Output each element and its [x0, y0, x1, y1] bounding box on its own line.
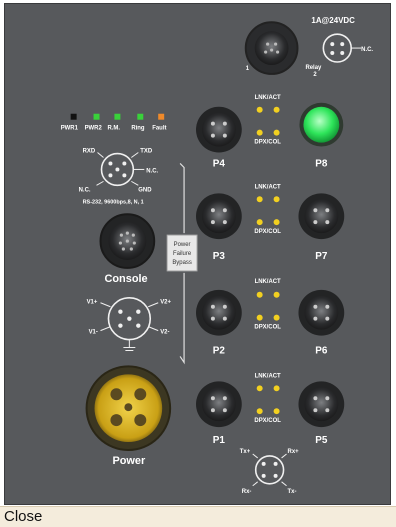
port-p5: [298, 381, 345, 428]
rs232-gnd-label: GND: [138, 187, 152, 193]
rs232-diagram: [96, 152, 145, 187]
rs232-nc-left-label: N.C.: [79, 187, 91, 193]
console-label: Console: [104, 273, 147, 285]
ethernet-pin-diagram: [252, 453, 287, 487]
port-p7-label: P7: [315, 251, 328, 262]
led-rm-label: R.M.: [107, 126, 120, 132]
system-leds: [70, 113, 165, 120]
lnk-act-label-4: LNK/ACT: [255, 373, 281, 379]
port-p1: [196, 381, 242, 428]
port-leds-row4: [256, 385, 280, 415]
dpx-col-label-4: DPX/COL: [254, 418, 281, 424]
dpx-col-label-3: DPX/COL: [254, 325, 281, 331]
power-pin-v1p: V1+: [87, 300, 98, 306]
dpx-col-label-2: DPX/COL: [254, 229, 281, 235]
port-p5-label: P5: [315, 435, 328, 446]
power-connector: [85, 365, 172, 451]
rs232-rxd-label: RXD: [83, 149, 96, 155]
port-leds-row1: [256, 106, 280, 136]
switch-front-panel: 1 1A@24VDC N.C. Relay 2 PWR1 PWR2 R.M. R…: [4, 3, 391, 505]
port-leds-row3: [256, 291, 280, 321]
port-p2: [196, 289, 242, 336]
led-rm: [114, 113, 121, 120]
relay-diagram: [322, 33, 362, 63]
dpx-col-label-1: DPX/COL: [254, 140, 281, 146]
led-fault: [158, 113, 165, 120]
relay-label: Relay: [305, 65, 322, 71]
port-p3-label: P3: [213, 251, 226, 262]
led-pwr1-label: PWR1: [61, 126, 79, 132]
lnk-act-label-2: LNK/ACT: [255, 184, 281, 190]
led-pwr2: [93, 113, 100, 120]
eth-pin-rxp: Rx+: [288, 449, 300, 455]
lnk-act-label-1: LNK/ACT: [255, 95, 281, 101]
port-p4-label: P4: [213, 158, 226, 169]
relay-nc-label: N.C.: [361, 47, 373, 53]
port-p7: [298, 193, 345, 240]
port-p3: [196, 193, 242, 240]
power-pin-v2p: V2+: [160, 300, 171, 306]
top-connector: [244, 21, 299, 75]
footer-bar: Close: [0, 506, 396, 527]
led-pwr2-label: PWR2: [85, 126, 103, 132]
power-failure-line3: Bypass: [172, 260, 192, 266]
power-failure-line1: Power: [174, 242, 191, 248]
power-pin-diagram: [100, 296, 159, 351]
rs232-spec-label: RS-232, 9600bps,8, N, 1: [83, 199, 144, 205]
port-p1-label: P1: [213, 435, 226, 446]
port-p4: [196, 106, 242, 153]
power-label: Power: [112, 455, 146, 467]
power-pin-v1m: V1-: [89, 330, 98, 336]
port-p8-indicator: [299, 102, 344, 147]
eth-pin-txm: Tx-: [288, 489, 297, 495]
led-fault-label: Fault: [152, 126, 166, 132]
power-failure-line2: Failure: [173, 251, 192, 257]
port-p2-label: P2: [213, 345, 226, 356]
relay-rating: 1A@24VDC: [311, 16, 355, 25]
port-leds-row2: [256, 196, 280, 226]
eth-pin-txp: Tx+: [240, 449, 251, 455]
led-pwr1: [70, 113, 77, 120]
port-p8-label: P8: [315, 158, 328, 169]
lnk-act-label-3: LNK/ACT: [255, 279, 281, 285]
led-ring: [137, 113, 144, 120]
port-p6-label: P6: [315, 345, 328, 356]
rs232-txd-label: TXD: [140, 149, 153, 155]
close-button[interactable]: Close: [4, 508, 42, 525]
eth-pin-rxm: Rx-: [242, 489, 252, 495]
relay-pin-label: 2: [313, 72, 317, 78]
rs232-nc-right-label: N.C.: [146, 168, 158, 174]
console-port: [99, 213, 156, 269]
power-pin-v2m: V2-: [160, 330, 169, 336]
top-pin-label: 1: [246, 66, 250, 72]
led-ring-label: Ring: [131, 126, 145, 132]
port-p6: [298, 289, 345, 336]
